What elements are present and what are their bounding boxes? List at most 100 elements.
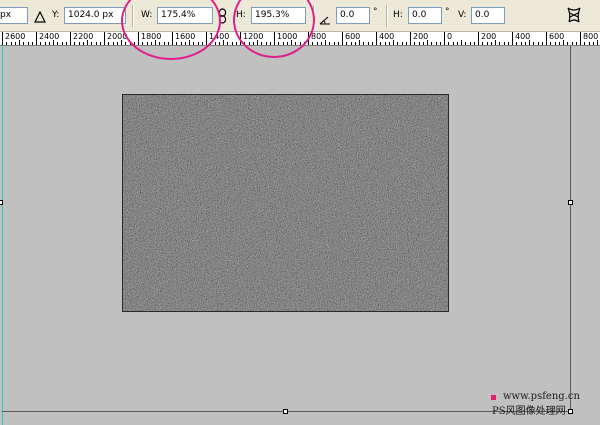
y-field[interactable]: 1024.0 px <box>64 7 126 24</box>
ruler-minor-tick <box>48 42 50 45</box>
rotate-field[interactable]: 0.0 <box>336 7 370 24</box>
ruler-minor-tick <box>312 42 314 45</box>
ruler-minor-tick <box>231 42 233 45</box>
ruler-minor-tick <box>507 42 509 45</box>
warp-mode-icon[interactable] <box>566 6 582 24</box>
ruler-minor-tick <box>431 42 433 45</box>
angle-icon <box>319 10 331 25</box>
ruler-major-tick <box>104 32 105 45</box>
noise-texture <box>123 95 448 311</box>
vertical-skew-value: 0.0 <box>475 10 490 20</box>
ruler-major-tick <box>376 32 377 45</box>
ruler-minor-tick <box>597 40 598 45</box>
ruler-minor-tick <box>380 42 382 45</box>
ruler-minor-tick <box>316 42 318 45</box>
ruler-minor-tick <box>537 42 539 45</box>
ruler-minor-tick <box>57 42 59 45</box>
ruler-minor-tick <box>91 42 93 45</box>
ruler-minor-tick <box>439 42 441 45</box>
watermark-dot <box>491 395 496 400</box>
horizontal-skew-field[interactable]: 0.0 <box>408 7 442 24</box>
transform-handle-bottom[interactable] <box>283 409 288 414</box>
ruler-minor-tick <box>486 42 488 45</box>
ruler-major-tick <box>70 32 71 45</box>
vertical-skew-field[interactable]: 0.0 <box>471 7 505 24</box>
y-label: Y: <box>52 10 60 20</box>
ruler-minor-tick <box>329 42 331 45</box>
ruler-minor-tick <box>31 42 33 45</box>
ruler-minor-tick <box>393 40 394 45</box>
ruler-minor-tick <box>465 42 467 45</box>
delta-triangle-icon[interactable] <box>34 8 46 23</box>
ruler-label: 400 <box>379 32 395 41</box>
ruler-minor-tick <box>516 42 518 45</box>
ruler-minor-tick <box>588 42 590 45</box>
transform-handle-left[interactable] <box>0 200 3 205</box>
ruler-minor-tick <box>520 42 522 45</box>
ruler-minor-tick <box>414 42 416 45</box>
ruler-minor-tick <box>473 42 475 45</box>
ruler-minor-tick <box>23 42 25 45</box>
ruler-minor-tick <box>563 40 564 45</box>
ruler-label: 600 <box>345 32 361 41</box>
transform-handle-right[interactable] <box>568 200 573 205</box>
ruler-minor-tick <box>503 42 505 45</box>
transform-handle-bottom-right[interactable] <box>568 409 573 414</box>
ruler-minor-tick <box>350 42 352 45</box>
rotate-value: 0.0 <box>340 10 355 20</box>
ruler-major-tick <box>36 32 37 45</box>
vertical-skew-label: V: <box>458 10 467 20</box>
ruler-major-tick <box>410 32 411 45</box>
ruler-minor-tick <box>427 40 428 45</box>
ruler-major-tick <box>512 32 513 45</box>
ruler-minor-tick <box>99 42 101 45</box>
ruler-label: 0 <box>447 32 453 41</box>
ruler-label: 200 <box>413 32 429 41</box>
ruler-minor-tick <box>541 42 543 45</box>
ruler-minor-tick <box>112 42 114 45</box>
ruler-major-tick <box>2 32 3 45</box>
ruler-minor-tick <box>116 42 118 45</box>
ruler-minor-tick <box>435 42 437 45</box>
ruler-minor-tick <box>499 42 501 45</box>
noise-layer-image[interactable] <box>122 94 449 312</box>
ruler-major-tick <box>342 32 343 45</box>
x-field[interactable]: px <box>0 7 28 24</box>
ruler-minor-tick <box>397 42 399 45</box>
ruler-minor-tick <box>333 42 335 45</box>
ruler-minor-tick <box>218 42 220 45</box>
ruler-minor-tick <box>529 40 530 45</box>
ruler-minor-tick <box>14 42 16 45</box>
guide-line <box>2 46 3 425</box>
ruler-minor-tick <box>482 42 484 45</box>
ruler-minor-tick <box>490 42 492 45</box>
ruler-minor-tick <box>320 42 322 45</box>
ruler-minor-tick <box>10 42 12 45</box>
ruler-minor-tick <box>371 42 373 45</box>
ruler-label: 200 <box>481 32 497 41</box>
ruler-label: 800 <box>311 32 327 41</box>
ruler-minor-tick <box>592 42 594 45</box>
ruler-major-tick <box>580 32 581 45</box>
ruler-minor-tick <box>40 42 42 45</box>
ruler-major-tick <box>478 32 479 45</box>
ruler-minor-tick <box>82 42 84 45</box>
ruler-minor-tick <box>363 42 365 45</box>
x-field-value: px <box>0 10 12 20</box>
ruler-minor-tick <box>550 42 552 45</box>
ruler-minor-tick <box>337 42 339 45</box>
ruler-minor-tick <box>401 42 403 45</box>
ruler-minor-tick <box>354 42 356 45</box>
toolbar-divider <box>386 5 388 27</box>
ruler-minor-tick <box>554 42 556 45</box>
ruler-minor-tick <box>456 42 458 45</box>
watermark-url: www.psfeng.cn <box>503 391 580 402</box>
ruler-label: 2600 <box>5 32 26 41</box>
ruler-minor-tick <box>461 40 462 45</box>
ruler-minor-tick <box>214 42 216 45</box>
transform-bounding-box-right-edge[interactable] <box>570 46 571 411</box>
ruler-minor-tick <box>524 42 526 45</box>
ruler-minor-tick <box>533 42 535 45</box>
horizontal-skew-value: 0.0 <box>412 10 427 20</box>
ruler-minor-tick <box>405 42 407 45</box>
